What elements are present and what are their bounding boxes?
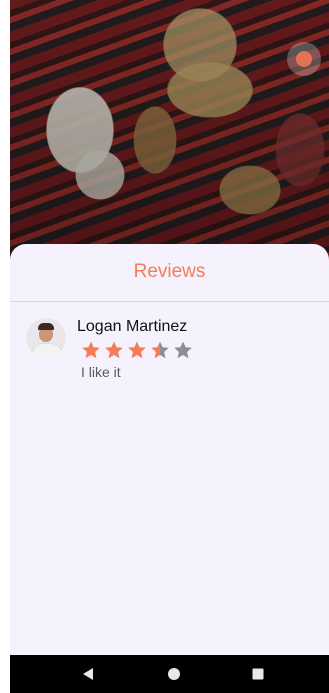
recents-square-icon[interactable]	[238, 655, 278, 693]
review-item: Logan Martinez I like it	[26, 318, 316, 388]
home-circle-icon[interactable]	[154, 655, 194, 693]
divider	[10, 301, 329, 302]
favorite-badge-icon[interactable]	[287, 42, 321, 76]
star-icon	[151, 341, 169, 359]
app-screen: Reviews Logan Martinez I like it	[10, 0, 329, 693]
reviewer-name: Logan Martinez	[77, 318, 188, 335]
reviews-sheet: Reviews Logan Martinez I like it	[10, 244, 329, 655]
avatar	[26, 318, 66, 358]
star-icon	[105, 341, 123, 359]
product-photo	[10, 0, 329, 268]
star-icon	[174, 341, 192, 359]
system-nav-bar	[10, 655, 329, 693]
reviews-title: Reviews	[133, 261, 206, 282]
rating-stars	[81, 340, 193, 360]
star-icon	[128, 341, 146, 359]
star-icon	[82, 341, 100, 359]
back-triangle-icon[interactable]	[68, 655, 108, 693]
review-text: I like it	[81, 364, 121, 380]
